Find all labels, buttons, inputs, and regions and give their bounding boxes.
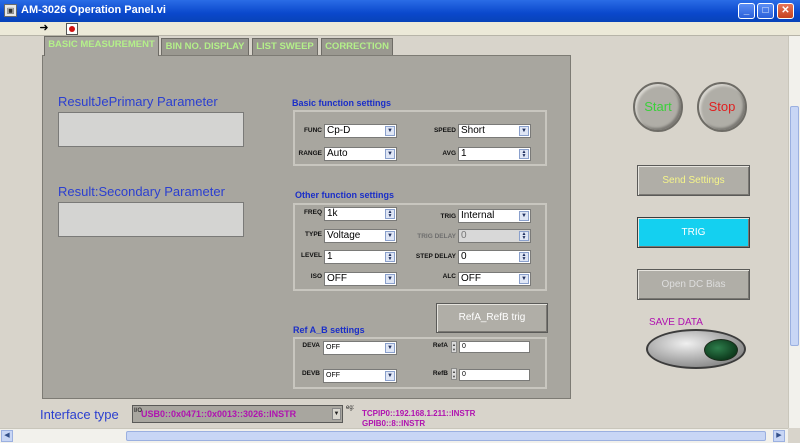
secondary-parameter-display [58, 202, 244, 237]
abort-icon[interactable] [66, 23, 78, 35]
func-label: FUNC [303, 127, 322, 134]
trig-label: TRIG [440, 213, 456, 220]
example-label: eg: [346, 405, 355, 411]
deva-select[interactable]: OFF ▼ [323, 341, 397, 355]
range-label: RANGE [298, 150, 322, 157]
horizontal-scrollbar[interactable]: ◀ ▶ [0, 428, 788, 443]
avg-stepper[interactable]: 1 ▲ ▼ [458, 147, 531, 161]
speed-select[interactable]: Short ▼ [458, 124, 531, 138]
tab-basic-measurement[interactable]: BASIC MEASUREMENT [44, 36, 159, 56]
start-button[interactable]: Start [633, 82, 683, 132]
example-tcpip: TCPIP0::192.168.1.211::INSTR [362, 409, 476, 418]
horizontal-scroll-thumb[interactable] [126, 431, 766, 441]
basic-settings-title: Basic function settings [292, 98, 392, 108]
freq-stepper[interactable]: 1k ▲ ▼ [324, 207, 397, 221]
trig-delay-stepper: 0 ▲ ▼ [458, 229, 531, 243]
tab-bin-no-display[interactable]: BIN NO. DISPLAY [161, 38, 249, 55]
tab-correction[interactable]: CORRECTION [321, 38, 393, 55]
chevron-down-icon: ▼ [519, 211, 529, 221]
stepper-arrows-icon[interactable]: ▲ ▼ [385, 209, 395, 219]
chevron-down-icon: ▼ [385, 274, 395, 284]
level-stepper[interactable]: 1 ▲ ▼ [324, 250, 397, 264]
primary-parameter-display [58, 112, 244, 147]
trig-select[interactable]: Internal ▼ [458, 209, 531, 223]
type-select[interactable]: Voltage ▼ [324, 229, 397, 243]
range-select[interactable]: Auto ▼ [324, 147, 397, 161]
send-settings-button[interactable]: Send Settings [637, 165, 750, 196]
iso-label: ISO [310, 273, 322, 280]
alc-label: ALC [442, 273, 456, 280]
refb-label: RefB [432, 370, 448, 377]
stepper-arrows-icon[interactable]: ▲ ▼ [385, 252, 395, 262]
chevron-down-icon: ▼ [385, 149, 395, 159]
chevron-down-icon: ▼ [385, 371, 395, 381]
trig-button[interactable]: TRIG [637, 217, 750, 248]
title-bar: ▣ AM-3026 Operation Panel.vi _ □ ✕ [0, 0, 800, 22]
deva-label: DEVA [302, 342, 320, 349]
chevron-down-icon: ▼ [385, 126, 395, 136]
stepper-arrows-icon: ▲ ▼ [519, 231, 529, 241]
primary-parameter-label: ResultJePrimary Parameter [58, 94, 218, 109]
other-settings-title: Other function settings [295, 190, 394, 200]
level-label: LEVEL [301, 252, 322, 259]
example-gpib: GPIB0::8::INSTR [362, 419, 426, 428]
open-dc-bias-button[interactable]: Open DC Bias [637, 269, 750, 300]
speed-label: SPEED [433, 127, 456, 134]
stepper-arrows-icon[interactable]: ▲ ▼ [519, 149, 529, 159]
secondary-parameter-label: Result:Secondary Parameter [58, 184, 225, 199]
refa-stepper-arrows-icon[interactable]: ▲ ▼ [451, 341, 457, 353]
refb-stepper-arrows-icon[interactable]: ▲ ▼ [451, 368, 457, 380]
window-title: AM-3026 Operation Panel.vi [21, 4, 166, 16]
chevron-down-icon: ▼ [519, 274, 529, 284]
stop-button[interactable]: Stop [697, 82, 747, 132]
labview-app-icon: ▣ [4, 4, 17, 17]
freq-label: FREQ [303, 209, 322, 216]
interface-type-label: Interface type [40, 407, 119, 422]
save-data-label: SAVE DATA [649, 317, 703, 328]
chevron-down-icon: ▼ [385, 343, 395, 353]
led-indicator-icon [704, 339, 738, 361]
refa-label: RefA [432, 342, 448, 349]
tab-list-sweep[interactable]: LIST SWEEP [252, 38, 318, 55]
devb-label: DEVB [301, 370, 320, 377]
step-delay-label: STEP DELAY [415, 253, 456, 260]
vi-toolbar: ➜ [0, 22, 800, 36]
step-delay-stepper[interactable]: 0 ▲ ▼ [458, 250, 531, 264]
chevron-down-icon: ▼ [332, 408, 341, 420]
vertical-scroll-thumb[interactable] [790, 106, 799, 346]
devb-select[interactable]: OFF ▼ [323, 369, 397, 383]
io-prefix: I/O [134, 408, 143, 414]
refa-input[interactable]: 0 [459, 341, 530, 353]
minimize-button[interactable]: _ [738, 3, 755, 19]
vertical-scrollbar[interactable] [788, 36, 800, 428]
scroll-right-arrow-icon[interactable]: ▶ [773, 430, 785, 442]
ref-settings-title: Ref A_B settings [293, 325, 365, 335]
close-button[interactable]: ✕ [777, 3, 794, 19]
maximize-button[interactable]: □ [757, 3, 774, 19]
alc-select[interactable]: OFF ▼ [458, 272, 531, 286]
run-arrow-icon[interactable]: ➜ [38, 23, 50, 35]
trig-delay-label: TRIG DELAY [417, 233, 456, 240]
interface-type-select[interactable]: I/O USB0::0x0471::0x0013::3026::INSTR ▼ [132, 405, 343, 423]
iso-select[interactable]: OFF ▼ [324, 272, 397, 286]
type-label: TYPE [305, 231, 322, 238]
func-select[interactable]: Cp-D ▼ [324, 124, 397, 138]
chevron-down-icon: ▼ [385, 231, 395, 241]
chevron-down-icon: ▼ [519, 126, 529, 136]
stepper-arrows-icon[interactable]: ▲ ▼ [519, 252, 529, 262]
scroll-left-arrow-icon[interactable]: ◀ [1, 430, 13, 442]
refb-input[interactable]: 0 [459, 369, 530, 381]
avg-label: AVG [442, 150, 456, 157]
refa-refb-trig-button[interactable]: RefA_RefB trig [436, 303, 548, 333]
save-data-toggle[interactable] [646, 329, 746, 369]
